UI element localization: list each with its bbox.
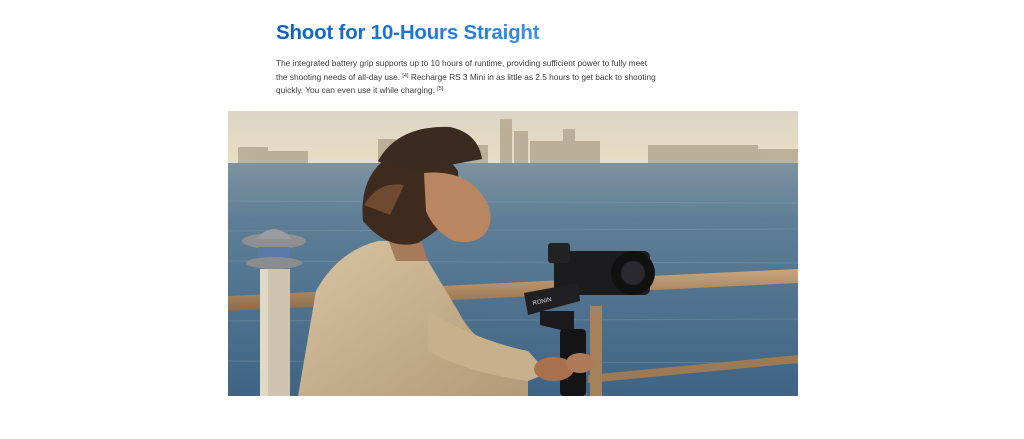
footnote-ref-5[interactable]: [5] — [437, 86, 443, 92]
photo-illustration: RONIN — [228, 111, 798, 396]
section-title: Shoot for 10-Hours Straight — [276, 18, 656, 48]
feature-photo: RONIN — [228, 111, 798, 396]
feature-text-block: Shoot for 10-Hours Straight The integrat… — [276, 18, 656, 98]
section-description: The integrated battery grip supports up … — [276, 57, 656, 98]
page: Shoot for 10-Hours Straight The integrat… — [0, 0, 1024, 439]
